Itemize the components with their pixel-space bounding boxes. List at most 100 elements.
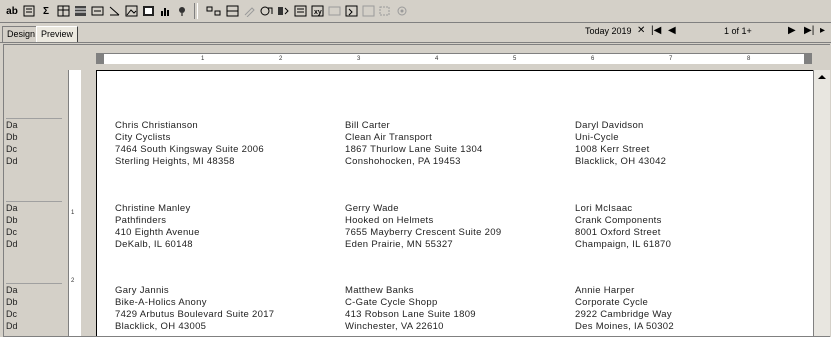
conditional-icon bbox=[328, 6, 340, 16]
snap-tool-button[interactable] bbox=[225, 3, 239, 19]
tab-order-button[interactable] bbox=[361, 3, 375, 19]
label-company: Bike-A-Holics Anony bbox=[115, 297, 207, 308]
frame-tool-button[interactable] bbox=[141, 3, 155, 19]
gear-icon bbox=[397, 6, 406, 16]
first-page-icon[interactable]: |◀ bbox=[651, 25, 661, 36]
line-shape-icon bbox=[109, 6, 119, 16]
ruler-number: 3 bbox=[357, 56, 361, 62]
next-page-icon[interactable]: ▶ bbox=[788, 25, 796, 36]
chart-tool-button[interactable] bbox=[158, 3, 172, 19]
field-label-strip: 1 2 Da Db Dc Dd Da Db Dc Dd Da Db Dc Dd bbox=[4, 45, 96, 336]
text-box-tool-button[interactable]: ab bbox=[5, 3, 19, 19]
list-box-tool-button[interactable] bbox=[22, 3, 36, 19]
page-indicator: 1 of 1+ bbox=[724, 26, 752, 36]
horizontal-ruler: 1 2 3 4 5 6 7 8 bbox=[96, 53, 812, 64]
label-name: Annie Harper bbox=[575, 285, 635, 296]
settings-button[interactable] bbox=[395, 3, 409, 19]
ruler-right-margin bbox=[804, 54, 812, 64]
field-label-dc: Dc bbox=[6, 227, 17, 237]
label-city: Sterling Heights, MI 48358 bbox=[115, 156, 235, 167]
properties-icon bbox=[294, 5, 306, 17]
label-street: 7464 South Kingsway Suite 2006 bbox=[115, 144, 264, 155]
label-street: 7655 Mayberry Crescent Suite 209 bbox=[345, 227, 502, 238]
previous-page-icon[interactable]: ◀ bbox=[668, 25, 676, 36]
subreport-icon bbox=[91, 6, 103, 16]
wizard-icon bbox=[178, 7, 185, 16]
field-label-dd: Dd bbox=[6, 239, 18, 249]
ruler-left-margin bbox=[96, 54, 104, 64]
label-company: Uni-Cycle bbox=[575, 132, 619, 143]
label-city: Blacklick, OH 43005 bbox=[115, 321, 207, 332]
ruler-number: 5 bbox=[513, 56, 517, 62]
properties-button[interactable] bbox=[293, 3, 307, 19]
label-name: Lori McIsaac bbox=[575, 203, 633, 214]
vertical-scrollbar[interactable] bbox=[813, 70, 830, 336]
label-city: Des Moines, IA 50302 bbox=[575, 321, 674, 332]
label-street: 1867 Thurlow Lane Suite 1304 bbox=[345, 144, 483, 155]
new-page-icon[interactable]: ▸ bbox=[820, 25, 825, 36]
ruler-number: 4 bbox=[435, 56, 439, 62]
label-name: Christine Manley bbox=[115, 203, 191, 214]
label-city: Champaign, IL 61870 bbox=[575, 239, 672, 250]
line-tool-button[interactable] bbox=[107, 3, 121, 19]
label-company: Clean Air Transport bbox=[345, 132, 433, 143]
label-company: C-Gate Cycle Shopp bbox=[345, 297, 438, 308]
label-name: Daryl Davidson bbox=[575, 120, 644, 131]
report-page: Chris Christianson City Cyclists 7464 So… bbox=[96, 70, 813, 336]
mailing-label: Chris Christianson City Cyclists 7464 So… bbox=[115, 120, 264, 168]
mailing-label: Gerry Wade Hooked on Helmets 7655 Mayber… bbox=[345, 203, 501, 251]
field-label-dd: Dd bbox=[6, 156, 18, 166]
label-city: Eden Prairie, MN 55327 bbox=[345, 239, 453, 250]
summary-tool-button[interactable]: Σ bbox=[39, 3, 53, 19]
label-name: Gerry Wade bbox=[345, 203, 399, 214]
code-icon bbox=[345, 5, 357, 17]
label-city: Blacklick, OH 43042 bbox=[575, 156, 667, 167]
label-street: 2922 Cambridge Way bbox=[575, 309, 672, 320]
align-icon bbox=[206, 6, 221, 16]
subreport-tool-button[interactable] bbox=[90, 3, 104, 19]
vertical-ruler: 1 2 bbox=[68, 70, 81, 336]
view-code-button[interactable] bbox=[344, 3, 358, 19]
conditional-format-button[interactable] bbox=[327, 3, 341, 19]
field-group-separator bbox=[6, 283, 62, 284]
select-all-button[interactable] bbox=[378, 3, 392, 19]
mailing-label: Lori McIsaac Crank Components 8001 Oxfor… bbox=[575, 203, 671, 251]
ruler-number: 2 bbox=[279, 56, 283, 62]
field-label-da: Da bbox=[6, 285, 18, 295]
close-icon[interactable]: ✕ bbox=[637, 25, 645, 36]
chart-icon bbox=[160, 8, 169, 16]
label-name: Chris Christianson bbox=[115, 120, 199, 131]
field-label-db: Db bbox=[6, 215, 18, 225]
label-street: 410 Eighth Avenue bbox=[115, 227, 200, 238]
last-page-icon[interactable]: ▶| bbox=[804, 25, 814, 36]
mailing-label: Gary Jannis Bike-A-Holics Anony 7429 Arb… bbox=[115, 285, 274, 333]
scroll-up-icon[interactable] bbox=[814, 71, 830, 83]
chart-wizard-tool-button[interactable] bbox=[175, 3, 189, 19]
ruler-number: 6 bbox=[591, 56, 595, 62]
align-tool-button[interactable] bbox=[206, 3, 222, 19]
expression-builder-button[interactable]: xy bbox=[310, 3, 324, 19]
mailing-label: Christine Manley Pathfinders 410 Eighth … bbox=[115, 203, 200, 251]
label-name: Matthew Banks bbox=[345, 285, 414, 296]
frame-icon bbox=[142, 6, 154, 16]
grid-tool-button[interactable] bbox=[73, 3, 87, 19]
ruler-number: 1 bbox=[201, 56, 205, 62]
field-label-db: Db bbox=[6, 297, 18, 307]
label-company: City Cyclists bbox=[115, 132, 171, 143]
label-street: 8001 Oxford Street bbox=[575, 227, 661, 238]
tab-preview[interactable]: Preview bbox=[36, 26, 79, 42]
image-tool-button[interactable] bbox=[124, 3, 138, 19]
svg-text:xy: xy bbox=[314, 9, 322, 16]
format-painter-button[interactable] bbox=[242, 3, 256, 19]
brush-icon bbox=[244, 7, 255, 17]
field-label-db: Db bbox=[6, 132, 18, 142]
tab-design[interactable]: Design bbox=[2, 26, 41, 42]
sorting-grouping-button[interactable] bbox=[276, 3, 290, 19]
table-tool-button[interactable] bbox=[56, 3, 70, 19]
field-list-icon bbox=[260, 6, 272, 16]
toolbar-separator bbox=[194, 3, 198, 19]
select-all-icon bbox=[379, 6, 389, 16]
field-list-button[interactable] bbox=[259, 3, 273, 19]
grid-icon bbox=[74, 6, 86, 16]
expression-icon: xy bbox=[311, 5, 323, 17]
